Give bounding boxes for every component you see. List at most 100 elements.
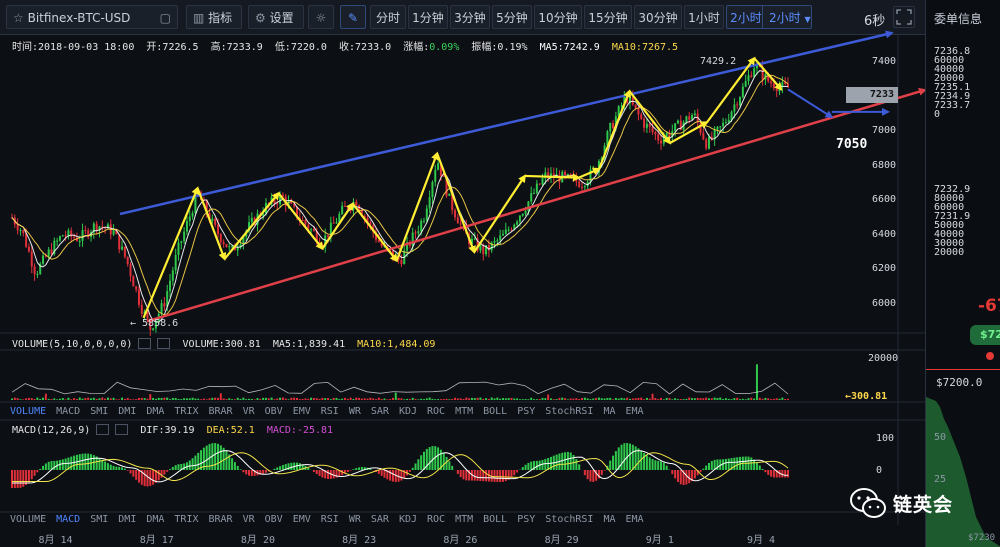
volume-bar — [727, 398, 730, 400]
tab-kdj[interactable]: KDJ — [399, 514, 417, 525]
tab-obv[interactable]: OBV — [265, 514, 283, 525]
tab-emv[interactable]: EMV — [293, 514, 311, 525]
volume-bar — [448, 399, 451, 400]
tab-kdj[interactable]: KDJ — [399, 406, 417, 417]
candle-body — [482, 245, 485, 255]
volume-bar — [736, 397, 739, 400]
tab-stochrsi[interactable]: StochRSI — [545, 514, 593, 525]
candle-body — [699, 122, 702, 133]
tab-boll[interactable]: BOLL — [483, 514, 507, 525]
tab-roc[interactable]: ROC — [427, 406, 445, 417]
tab-mtm[interactable]: MTM — [455, 406, 473, 417]
volume-bar — [284, 398, 287, 400]
price-tick: 6000 — [872, 298, 897, 310]
candle-body — [645, 123, 648, 128]
volume-bar — [27, 397, 30, 400]
candle-body — [724, 122, 727, 124]
tab-vr[interactable]: VR — [243, 514, 255, 525]
macd-bar — [501, 470, 504, 482]
tab-ma[interactable]: MA — [603, 514, 615, 525]
tab-smi[interactable]: SMI — [90, 406, 108, 417]
volume-close-icon[interactable] — [157, 338, 171, 349]
volume-bar — [44, 393, 47, 400]
volume-bar — [702, 398, 705, 400]
info-open: 开:7226.5 — [146, 42, 199, 53]
candle-body — [581, 186, 584, 188]
tab-wr[interactable]: WR — [349, 514, 361, 525]
volume-bar — [454, 397, 457, 400]
macd-bar — [13, 470, 16, 488]
volume-bar — [425, 398, 428, 400]
tab-ema[interactable]: EMA — [626, 406, 644, 417]
macd-bar — [431, 446, 434, 470]
candle-body — [504, 229, 507, 234]
macd-bar — [660, 461, 663, 470]
tab-roc[interactable]: ROC — [427, 514, 445, 525]
macd-close-icon[interactable] — [115, 424, 129, 435]
tab-volume[interactable]: VOLUME — [10, 406, 46, 417]
chart-canvas[interactable] — [0, 0, 925, 547]
volume-bar — [30, 398, 33, 400]
volume-bar — [205, 399, 208, 400]
candle-body — [592, 168, 595, 170]
macd-bar — [27, 470, 30, 483]
candle-body — [643, 118, 646, 128]
tab-boll[interactable]: BOLL — [483, 406, 507, 417]
tab-brar[interactable]: BRAR — [209, 406, 233, 417]
candle-body — [36, 273, 39, 275]
tab-volume[interactable]: VOLUME — [10, 514, 46, 525]
tab-obv[interactable]: OBV — [265, 406, 283, 417]
candle-body — [417, 231, 420, 234]
tab-macd[interactable]: MACD — [56, 514, 80, 525]
date-tick: 8月 20 — [240, 535, 275, 546]
macd-bar — [685, 470, 688, 485]
tab-sar[interactable]: SAR — [371, 406, 389, 417]
volume-bar — [583, 397, 586, 400]
volume-bar — [699, 398, 702, 400]
tab-dmi[interactable]: DMI — [118, 514, 136, 525]
volume-bar — [355, 397, 358, 400]
volume-bar — [693, 398, 696, 400]
tab-brar[interactable]: BRAR — [209, 514, 233, 525]
volume-settings-icon[interactable] — [138, 338, 152, 349]
tab-dma[interactable]: DMA — [146, 406, 164, 417]
volume-bar — [555, 399, 558, 400]
tab-psy[interactable]: PSY — [517, 406, 535, 417]
tab-ema[interactable]: EMA — [626, 514, 644, 525]
tab-rsi[interactable]: RSI — [321, 514, 339, 525]
candle-body — [722, 122, 725, 127]
tab-dma[interactable]: DMA — [146, 514, 164, 525]
volume-bar — [628, 398, 631, 400]
tab-macd[interactable]: MACD — [56, 406, 80, 417]
tab-rsi[interactable]: RSI — [321, 406, 339, 417]
volume-bar — [451, 399, 454, 400]
tab-trix[interactable]: TRIX — [174, 514, 198, 525]
volume-bar — [56, 399, 59, 400]
candle-body — [676, 120, 679, 124]
tab-mtm[interactable]: MTM — [455, 514, 473, 525]
volume-bar — [470, 397, 473, 400]
volume-bar — [510, 397, 513, 400]
macd-bar — [758, 465, 761, 470]
volume-bar — [19, 399, 22, 400]
tab-emv[interactable]: EMV — [293, 406, 311, 417]
tab-sar[interactable]: SAR — [371, 514, 389, 525]
macd-settings-icon[interactable] — [96, 424, 110, 435]
volume-bar — [262, 397, 265, 400]
candle-body — [741, 86, 744, 98]
volume-bar — [674, 398, 677, 400]
tab-smi[interactable]: SMI — [90, 514, 108, 525]
tab-psy[interactable]: PSY — [517, 514, 535, 525]
candle-body — [188, 216, 191, 222]
tab-trix[interactable]: TRIX — [174, 406, 198, 417]
tab-wr[interactable]: WR — [349, 406, 361, 417]
tab-vr[interactable]: VR — [243, 406, 255, 417]
volume-bar — [620, 397, 623, 400]
volume-bar — [177, 398, 180, 400]
tab-ma[interactable]: MA — [603, 406, 615, 417]
tab-dmi[interactable]: DMI — [118, 406, 136, 417]
tab-stochrsi[interactable]: StochRSI — [545, 406, 593, 417]
volume-bar — [219, 393, 222, 400]
macd-bar — [98, 458, 101, 470]
volume-bar — [360, 398, 363, 400]
